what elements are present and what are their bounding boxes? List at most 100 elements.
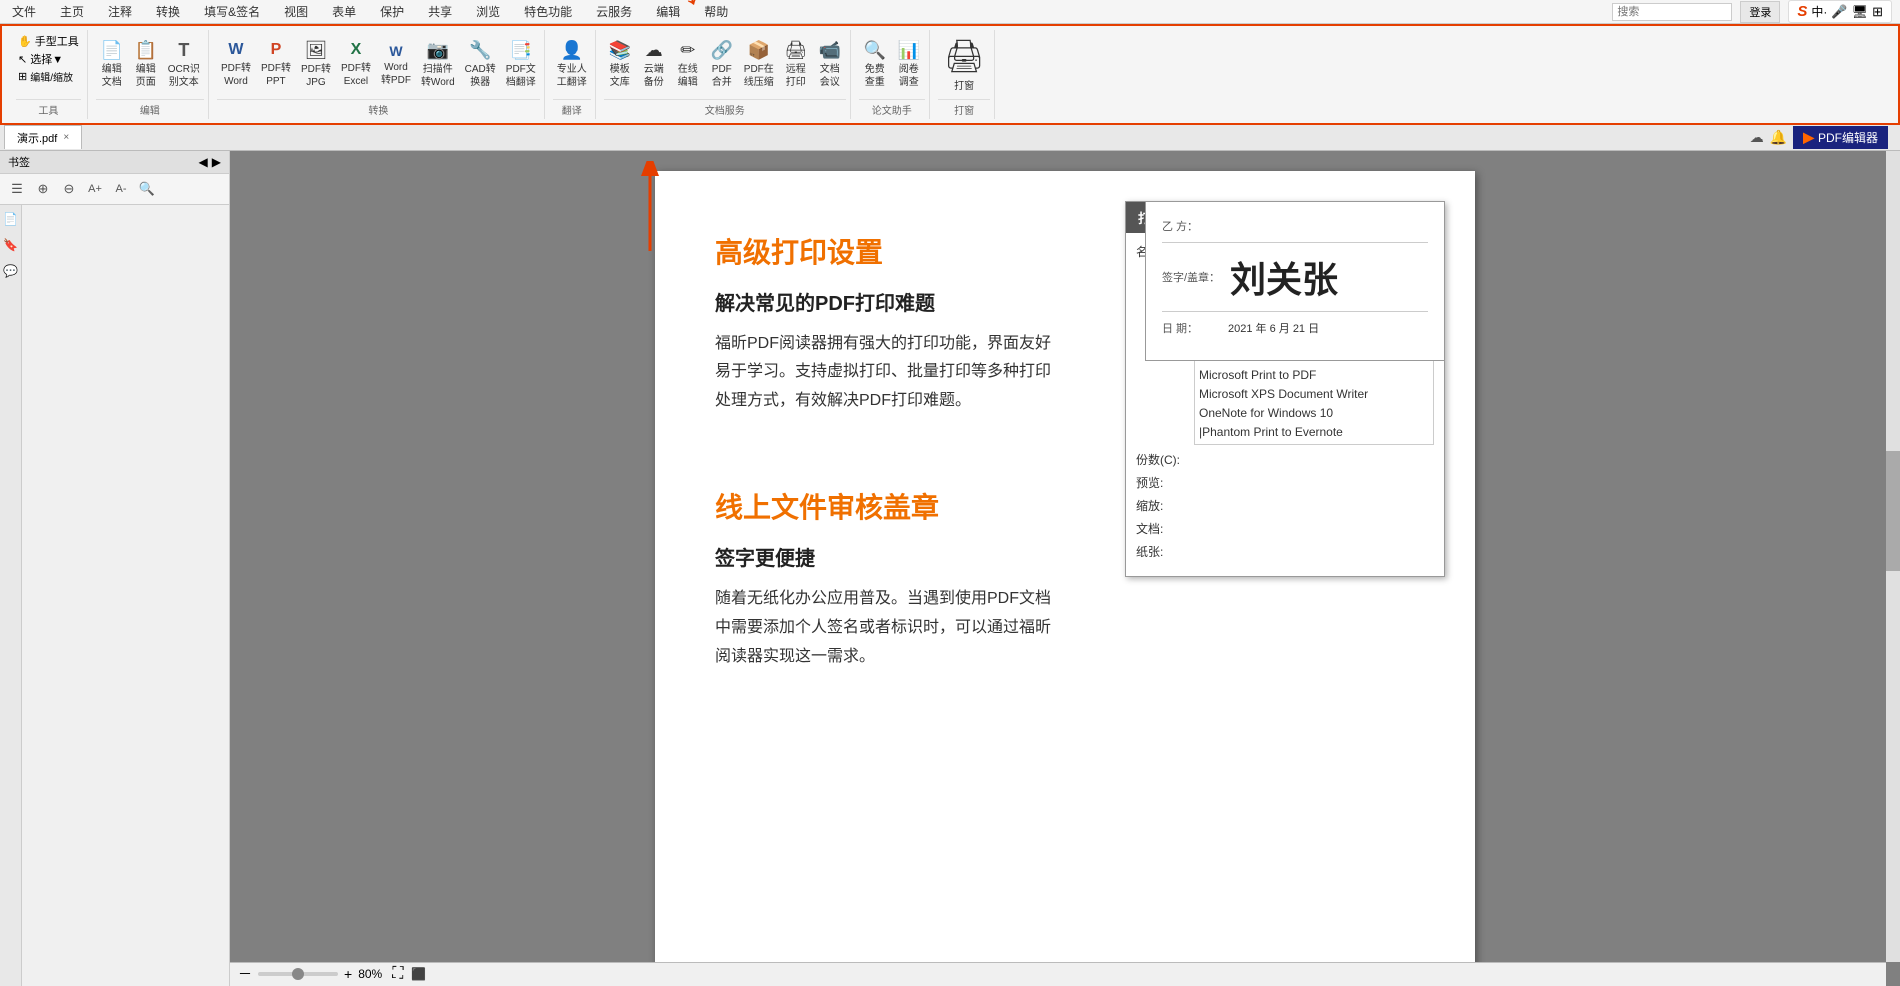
pdf-to-word-btn[interactable]: W PDF转Word	[217, 38, 255, 90]
bookmark-menu-btn[interactable]: ☰	[6, 178, 28, 200]
remote-print-icon: 🖨	[784, 39, 807, 62]
read-survey-btn[interactable]: 📊 阅卷调查	[893, 37, 925, 91]
pdf-tab[interactable]: 演示.pdf ×	[4, 125, 82, 149]
menu-edit[interactable]: 编辑	[652, 1, 684, 22]
font-decrease-btn[interactable]: A-	[110, 178, 132, 200]
notification-icon[interactable]: 🔔	[1770, 129, 1787, 146]
menu-special[interactable]: 特色功能	[520, 1, 576, 22]
zoom-thumb[interactable]	[292, 968, 304, 980]
pdf-compress-btn[interactable]: 📦 PDF在线压缩	[740, 37, 778, 91]
sidebar-comments-icon[interactable]: 💬	[1, 261, 21, 281]
sidebar-expand-btn[interactable]: ▶	[212, 155, 221, 169]
zoom-value: 80%	[358, 967, 382, 981]
fullscreen-btn[interactable]: ⛶	[392, 965, 403, 983]
doc-meeting-btn[interactable]: 📹 文档会议	[814, 37, 846, 91]
menu-bar: 文件 主页 注释 转换 填写&签名 视图 表单 保护 共享 浏览 特色功能 云服…	[0, 0, 1900, 24]
menu-home[interactable]: 主页	[56, 1, 88, 22]
menu-fill-sign[interactable]: 填写&签名	[200, 1, 264, 22]
template-label: 模板文库	[610, 63, 630, 89]
scroll-thumb[interactable]	[1886, 451, 1900, 571]
pdf-to-ppt-btn[interactable]: P PDF转PPT	[257, 38, 295, 90]
cad-icon: 🔧	[469, 39, 491, 62]
template-btn[interactable]: 📚 模板文库	[604, 37, 636, 91]
menu-protect[interactable]: 保护	[376, 1, 408, 22]
online-edit-btn[interactable]: ✏ 在线编辑	[672, 37, 704, 91]
print-doc-label: 文档:	[1136, 520, 1186, 537]
sidebar-bookmarks-icon[interactable]: 🔖	[1, 235, 21, 255]
pdf-excel-label: PDF转Excel	[341, 62, 371, 88]
scrollbar[interactable]	[1886, 151, 1900, 962]
pdf-to-excel-btn[interactable]: X PDF转Excel	[337, 38, 375, 90]
menu-share[interactable]: 共享	[424, 1, 456, 22]
mic-icon[interactable]: 🎤	[1831, 4, 1847, 20]
ocr-label: OCR识别文本	[168, 63, 200, 89]
bookmark-add-btn[interactable]: ⊕	[32, 178, 54, 200]
search-input[interactable]	[1612, 3, 1732, 21]
hand-icon: ✋	[18, 35, 32, 48]
online-edit-label: 在线编辑	[678, 63, 698, 89]
pdf-translate-btn[interactable]: 📑 PDF文档翻译	[502, 37, 540, 91]
cloud-backup-btn[interactable]: ☁ 云端备份	[638, 37, 670, 91]
menu-file[interactable]: 文件	[8, 1, 40, 22]
ocr-btn[interactable]: T OCR识别文本	[164, 37, 204, 91]
pdf-to-jpg-btn[interactable]: 🖼 PDF转JPG	[297, 37, 335, 91]
menu-browse[interactable]: 浏览	[472, 1, 504, 22]
cad-btn[interactable]: 🔧 CAD转换器	[461, 37, 500, 91]
pdf-editor-btn[interactable]: ▶ PDF编辑器	[1793, 126, 1888, 149]
pdf-area[interactable]: 高级打印设置 解决常见的PDF打印难题 福昕PDF阅读器拥有强大的打印功能，界面…	[230, 151, 1900, 986]
print-preview-row: 预览:	[1136, 474, 1434, 491]
fit-width-btn[interactable]: ⬛	[411, 967, 426, 981]
tab-close-btn[interactable]: ×	[63, 132, 69, 143]
bookmark-remove-btn[interactable]: ⊖	[58, 178, 80, 200]
cloud-sync-icon[interactable]: ☁	[1750, 129, 1764, 146]
edit-doc-btn[interactable]: 📄 编辑文档	[96, 37, 128, 91]
print-doc-row: 文档:	[1136, 520, 1434, 537]
sidebar-title: 书签	[8, 154, 30, 170]
scan-to-word-btn[interactable]: 📷 扫描件转Word	[417, 37, 459, 91]
sogou-logo-s: S	[1797, 3, 1807, 20]
edit-doc-label: 编辑文档	[102, 63, 122, 89]
cad-label: CAD转换器	[465, 63, 496, 89]
sidebar-pages-icon[interactable]: 📄	[1, 209, 21, 229]
free-check-btn[interactable]: 🔍 免费查重	[859, 37, 891, 91]
remote-print-label: 远程打印	[786, 63, 806, 89]
grid-icon[interactable]: ⊞	[1872, 4, 1883, 20]
hand-tool-btn[interactable]: ✋ 手型工具	[16, 32, 81, 50]
menu-cloud[interactable]: 云服务	[592, 1, 636, 22]
printer-ms-pdf[interactable]: Microsoft Print to PDF	[1199, 366, 1429, 385]
zoom-out-btn[interactable]: －	[238, 964, 252, 984]
ribbon-tool-section: ✋ 手型工具 ↖ 选择▼ ⊞ 编辑/缩放 工具	[10, 30, 88, 119]
printer-ms-xps[interactable]: Microsoft XPS Document Writer	[1199, 385, 1429, 404]
select-btn[interactable]: ↖ 选择▼	[16, 50, 81, 68]
edit-page-btn[interactable]: 📋 编辑页面	[130, 37, 162, 91]
ribbon-group-edit: 📄 编辑文档 📋 编辑页面 T OCR识别文本 编辑	[92, 30, 209, 119]
printer-onenote[interactable]: OneNote for Windows 10	[1199, 404, 1429, 423]
print-btn[interactable]: 🖨 打窗	[938, 32, 991, 97]
pro-translate-btn[interactable]: 👤 专业人工翻译	[553, 37, 591, 91]
printer-phantom-evernote[interactable]: |Phantom Print to Evernote	[1199, 423, 1429, 442]
edit-zoom-label: 编辑/缩放	[30, 69, 73, 84]
menu-annotate[interactable]: 注释	[104, 1, 136, 22]
zoom-in-btn[interactable]: +	[344, 966, 352, 982]
sidebar-collapse-btn[interactable]: ◀	[199, 155, 208, 169]
main-layout: 书签 ◀ ▶ ☰ ⊕ ⊖ A+ A- 🔍 📄 🔖 💬	[0, 151, 1900, 986]
login-button[interactable]: 登录	[1740, 1, 1780, 23]
menu-form[interactable]: 表单	[328, 1, 360, 22]
zoom-slider[interactable]	[258, 972, 338, 976]
print-section-title: 高级打印设置	[715, 231, 1065, 271]
remote-print-btn[interactable]: 🖨 远程打印	[780, 37, 812, 91]
edit-zoom-btn[interactable]: ⊞ 编辑/缩放	[16, 68, 81, 85]
find-bookmark-btn[interactable]: 🔍	[136, 178, 158, 200]
menu-convert[interactable]: 转换	[152, 1, 184, 22]
select-label: 选择▼	[30, 51, 63, 67]
screen-icon[interactable]: 🖥	[1852, 4, 1869, 20]
edit-page-icon: 📋	[134, 39, 156, 62]
pdf-page: 高级打印设置 解决常见的PDF打印难题 福昕PDF阅读器拥有强大的打印功能，界面…	[655, 171, 1475, 986]
free-check-label: 免费查重	[865, 63, 885, 89]
pdf-merge-btn[interactable]: 🔗 PDF合并	[706, 37, 738, 91]
menu-view[interactable]: 视图	[280, 1, 312, 22]
font-increase-btn[interactable]: A+	[84, 178, 106, 200]
menu-help[interactable]: 帮助	[700, 1, 732, 22]
zoom-status-bar: － + 80% ⛶ ⬛	[230, 962, 1886, 986]
word-to-pdf-btn[interactable]: W Word转PDF	[377, 40, 415, 89]
